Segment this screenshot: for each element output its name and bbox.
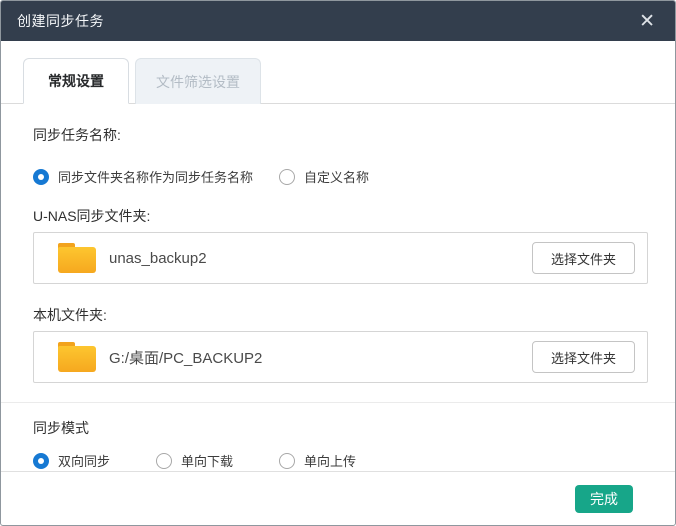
unas-folder-label: U-NAS同步文件夹: bbox=[33, 206, 648, 226]
tab-file-filter-settings[interactable]: 文件筛选设置 bbox=[135, 58, 261, 104]
radio-one-way-download[interactable]: 单向下载 bbox=[156, 451, 279, 470]
radio-unselected-icon bbox=[279, 169, 295, 185]
radio-dot bbox=[38, 458, 44, 464]
unas-folder-box: unas_backup2 选择文件夹 bbox=[33, 232, 648, 284]
radio-label: 单向下载 bbox=[181, 451, 233, 470]
radio-selected-icon bbox=[33, 453, 49, 469]
radio-unselected-icon bbox=[279, 453, 295, 469]
done-button[interactable]: 完成 bbox=[575, 485, 633, 513]
folder-icon bbox=[58, 342, 96, 372]
local-select-folder-button[interactable]: 选择文件夹 bbox=[532, 341, 635, 373]
radio-one-way-upload[interactable]: 单向上传 bbox=[279, 451, 356, 470]
radio-two-way-sync[interactable]: 双向同步 bbox=[33, 451, 156, 470]
radio-custom-name[interactable]: 自定义名称 bbox=[279, 167, 369, 186]
unas-select-folder-button[interactable]: 选择文件夹 bbox=[532, 242, 635, 274]
task-name-label: 同步任务名称: bbox=[33, 125, 648, 145]
folder-icon-body bbox=[58, 346, 96, 372]
radio-label: 同步文件夹名称作为同步任务名称 bbox=[58, 167, 253, 186]
sync-mode-options: 双向同步 单向下载 单向上传 bbox=[33, 451, 648, 470]
local-folder-label: 本机文件夹: bbox=[33, 305, 648, 325]
radio-folder-name-as-task-name[interactable]: 同步文件夹名称作为同步任务名称 bbox=[33, 167, 253, 186]
local-folder-path: G:/桌面/PC_BACKUP2 bbox=[109, 347, 262, 368]
radio-selected-icon bbox=[33, 169, 49, 185]
task-name-options: 同步文件夹名称作为同步任务名称 自定义名称 bbox=[33, 167, 648, 186]
tab-general-settings[interactable]: 常规设置 bbox=[23, 58, 129, 104]
titlebar: 创建同步任务 ✕ bbox=[1, 1, 675, 41]
dialog-title: 创建同步任务 bbox=[17, 11, 104, 31]
radio-label: 双向同步 bbox=[58, 451, 110, 470]
close-icon[interactable]: ✕ bbox=[635, 10, 659, 33]
radio-unselected-icon bbox=[156, 453, 172, 469]
radio-label: 自定义名称 bbox=[304, 167, 369, 186]
folder-icon bbox=[58, 243, 96, 273]
radio-dot bbox=[38, 174, 44, 180]
folder-icon-body bbox=[58, 247, 96, 273]
sync-mode-label: 同步模式 bbox=[33, 418, 648, 438]
footer: 完成 bbox=[1, 471, 675, 525]
dialog-content: 同步任务名称: 同步文件夹名称作为同步任务名称 自定义名称 U-NAS同步文件夹… bbox=[1, 104, 675, 383]
tab-bar: 常规设置 文件筛选设置 bbox=[1, 41, 675, 104]
local-folder-box: G:/桌面/PC_BACKUP2 选择文件夹 bbox=[33, 331, 648, 383]
create-sync-task-dialog: 创建同步任务 ✕ 常规设置 文件筛选设置 同步任务名称: 同步文件夹名称作为同步… bbox=[0, 0, 676, 526]
radio-label: 单向上传 bbox=[304, 451, 356, 470]
sync-mode-section: 同步模式 双向同步 单向下载 单向上传 bbox=[1, 403, 675, 470]
unas-folder-path: unas_backup2 bbox=[109, 250, 207, 267]
